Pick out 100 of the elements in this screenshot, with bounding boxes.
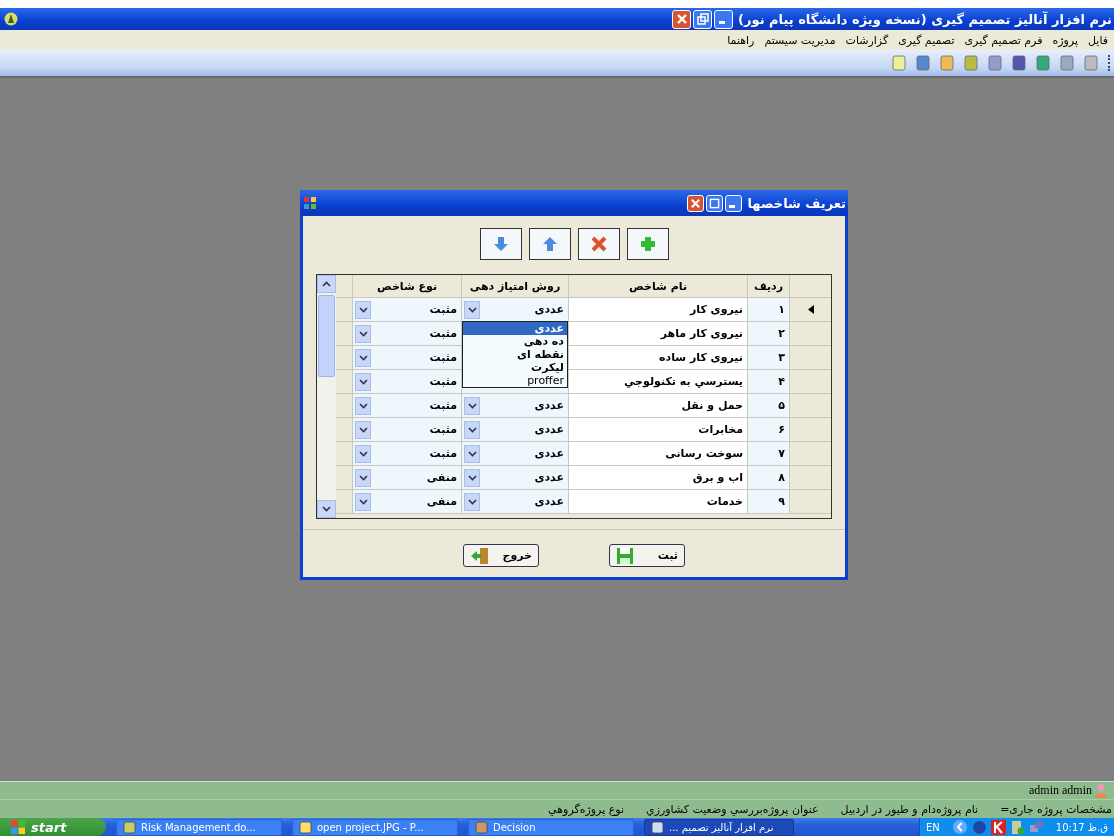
plus-icon <box>638 235 657 253</box>
dropdown-arrow-button[interactable] <box>355 444 371 463</box>
maximize-button[interactable] <box>706 194 724 212</box>
taskbar-item[interactable]: open project.JPG - P... <box>292 818 458 836</box>
app-icon <box>299 820 312 834</box>
chevron-down-icon <box>358 498 368 505</box>
add-button[interactable] <box>626 228 669 260</box>
close-icon <box>675 13 688 25</box>
restore-button[interactable] <box>693 9 713 29</box>
taskbar-item[interactable]: Risk Management.do... <box>116 818 282 836</box>
dropdown-arrow-button[interactable] <box>464 444 480 463</box>
menu-item[interactable]: پروژه <box>1052 33 1078 47</box>
menu-item[interactable]: فایل <box>1088 33 1108 47</box>
combo-value: عددی <box>534 423 565 436</box>
chevron-down-icon <box>358 354 368 361</box>
taskbar-item[interactable]: ... نرم افزار آنالیز تصمیم <box>644 818 794 836</box>
dropdown-arrow-button[interactable] <box>464 468 480 487</box>
restore-icon <box>696 13 709 25</box>
user-icon <box>1094 783 1108 798</box>
combo-value: مثبت <box>429 327 458 340</box>
project-info-text: عنوان پروژه‌بررسي وضعیت کشاورزي <box>646 802 819 816</box>
dropdown-arrow-button[interactable] <box>355 372 371 391</box>
menu-item[interactable]: راهنما <box>727 33 755 47</box>
minimize-icon <box>729 205 736 208</box>
save-button[interactable]: ثبت <box>609 544 685 567</box>
dropdown-arrow-button[interactable] <box>355 468 371 487</box>
move-down-button[interactable] <box>479 228 522 260</box>
dropdown-arrow-button[interactable] <box>355 300 371 319</box>
table-cell: ۴ <box>747 370 789 393</box>
current-row-icon <box>807 305 814 314</box>
combo-value: مثبت <box>429 351 458 364</box>
move-up-button[interactable] <box>528 228 571 260</box>
combo-value: منفی <box>426 471 458 484</box>
dropdown-option[interactable]: لیکرت <box>463 361 567 374</box>
taskbar-item[interactable]: Decision <box>468 818 634 836</box>
menu-item[interactable]: گزارشات <box>845 33 889 47</box>
chevron-down-icon <box>358 426 368 433</box>
close-button[interactable] <box>672 9 692 29</box>
window-title: نرم افزار آنالیز تصمیم گیری (نسخه ویژه دانشگاه پیام نور) <box>738 11 1112 27</box>
table-cell: سوخت رسانی <box>568 442 747 465</box>
menu-item[interactable]: تصمیم گیری <box>898 33 955 47</box>
dropdown-arrow-button[interactable] <box>464 492 480 511</box>
table-cell: اب و برق <box>568 466 747 489</box>
exit-button[interactable]: خروج <box>463 544 539 567</box>
dropdown-arrow-button[interactable] <box>355 420 371 439</box>
chevron-down-icon <box>358 378 368 385</box>
dropdown-option[interactable]: proffer <box>463 374 567 387</box>
combo-value: عددی <box>534 495 565 508</box>
start-button[interactable]: start <box>0 818 106 836</box>
windows-logo-icon <box>10 819 26 835</box>
dropdown-arrow-button[interactable] <box>464 420 480 439</box>
close-icon <box>690 197 702 209</box>
dropdown-option[interactable]: ده دهی <box>463 335 567 348</box>
minimize-icon <box>719 21 726 24</box>
project-info-text: نام پروژه‌دام و طیور در اردبیل <box>840 802 979 816</box>
app-icon <box>4 12 18 26</box>
dropdown-arrow-button[interactable] <box>355 324 371 343</box>
chevron-down-icon <box>358 402 368 409</box>
scroll-down-button[interactable] <box>317 500 336 518</box>
project-info-text: مشخصات پروژه جاری= <box>1000 802 1112 816</box>
combo-value: مثبت <box>429 375 458 388</box>
dropdown-arrow-button[interactable] <box>464 396 480 415</box>
chevron-down-icon <box>467 474 477 481</box>
chevron-down-icon <box>358 474 368 481</box>
chevron-down-icon <box>358 306 368 313</box>
close-button[interactable] <box>687 194 705 212</box>
tray-app-icon[interactable] <box>971 819 987 835</box>
combo-value: مثبت <box>429 447 458 460</box>
dropdown-arrow-button[interactable] <box>355 396 371 415</box>
antivirus-icon[interactable] <box>990 819 1006 835</box>
maximize-icon <box>709 197 721 209</box>
dropdown-arrow-button[interactable] <box>355 348 371 367</box>
chevron-down-icon <box>322 506 331 512</box>
table-cell: ۸ <box>747 466 789 489</box>
minimize-button[interactable] <box>725 194 743 212</box>
dropdown-option[interactable]: نقطه ای <box>463 348 567 361</box>
dropdown-option[interactable]: عددی <box>463 322 567 335</box>
chevron-down-icon <box>467 450 477 457</box>
combo-value: عددی <box>534 303 565 316</box>
chevron-down-icon <box>467 402 477 409</box>
chevron-down-icon <box>467 498 477 505</box>
minimize-button[interactable] <box>714 9 734 29</box>
dropdown-arrow-button[interactable] <box>464 300 480 319</box>
table-cell: ۵ <box>747 394 789 417</box>
delete-button[interactable] <box>577 228 620 260</box>
combo-value: مثبت <box>429 423 458 436</box>
user-name: admin admin <box>1029 783 1092 798</box>
table-cell: ۳ <box>747 346 789 369</box>
combo-value: عددی <box>534 471 565 484</box>
dropdown-arrow-button[interactable] <box>355 492 371 511</box>
scroll-up-button[interactable] <box>317 275 336 293</box>
cross-icon <box>589 235 608 253</box>
table-cell: حمل و نقل <box>568 394 747 417</box>
table-cell: مخابرات <box>568 418 747 441</box>
table-cell: ۷ <box>747 442 789 465</box>
menu-item[interactable]: مدیریت سیستم <box>764 33 836 47</box>
menu-item[interactable]: فرم تصمیم گیری <box>964 33 1043 47</box>
scrollbar-thumb[interactable] <box>318 295 335 377</box>
table-cell: یسترسي به تکنولوجي <box>568 370 747 393</box>
table-cell: ۱ <box>747 298 789 321</box>
